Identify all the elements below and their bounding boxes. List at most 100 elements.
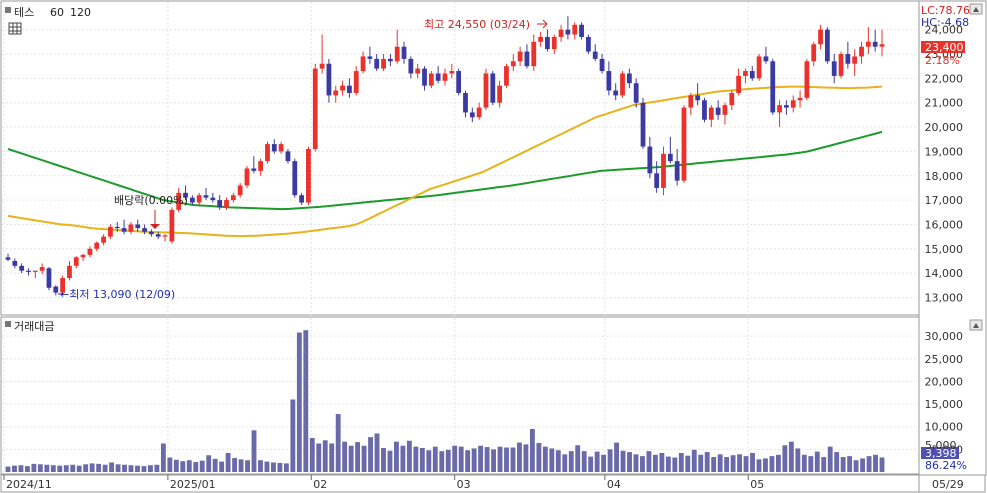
volume-bar [89,463,95,472]
volume-bar [478,445,484,472]
candle-body [415,68,421,74]
candle-body [586,36,591,52]
legend-item-ma120[interactable]: 120 [70,6,91,19]
annotation-low: ←최저 13,090 (12/09) [60,288,175,301]
candle-body [592,51,598,59]
volume-bar [523,444,529,472]
candle-body [149,231,154,235]
menu-icon[interactable] [5,7,11,13]
volume-bar [141,466,147,472]
volume-bar [652,454,658,472]
volume-bar [659,452,665,472]
candle-body [230,195,236,201]
volume-bar [387,450,393,472]
volume-bar [57,465,63,472]
volume-bar [290,399,296,472]
candle-body [838,54,844,76]
volume-bar [135,465,140,472]
candle-body [640,102,646,147]
volume-bar [769,456,775,472]
volume-bar [277,462,283,472]
volume-tick-label: 30,000 [925,330,964,343]
candle-body [367,56,373,59]
volume-bar [264,461,270,472]
candle-body [135,224,141,229]
candle-body [381,58,386,69]
volume-tick-label: 20,000 [925,375,964,388]
candle-body [879,44,885,47]
candle-body [155,234,161,237]
volume-bar [400,445,406,472]
volume-bar [348,445,354,472]
candle-body [613,90,619,96]
candle-body [203,195,209,198]
volume-bar [763,458,768,472]
candle-body [285,151,291,162]
candle-body [736,75,741,93]
candle-body [408,58,414,74]
legend-item-ma60[interactable]: 60 [50,6,64,19]
menu-icon-volume[interactable] [5,321,11,327]
candle-body [169,209,175,242]
candle-body [196,195,202,203]
volume-bar [562,454,568,472]
candle-body [87,248,93,255]
volume-bar [37,464,43,472]
volume-bar [685,455,691,472]
candle-body [347,85,352,93]
candle-body [654,173,660,188]
volume-bar [788,441,794,472]
candle-body [743,71,748,76]
volume-bar [160,443,166,472]
candle-body [633,83,639,103]
candle-body [517,51,523,62]
volume-bar [536,443,542,472]
volume-bar [186,460,192,472]
price-panel-frame [0,0,920,316]
candle-body [101,236,106,243]
volume-bar [452,445,458,472]
candle-body [46,268,52,288]
candle-body [729,92,735,106]
volume-bar [335,414,341,472]
volume-bar [50,465,56,472]
candle-body [852,56,858,64]
candle-body [312,68,318,149]
volume-bar [225,452,231,472]
volume-bar [115,464,121,472]
volume-bar [316,443,322,472]
volume-bar [303,330,309,472]
volume-bar [614,442,619,472]
candle-body [258,161,264,171]
candle-body [442,73,448,81]
price-tick-label: 16,000 [925,218,964,231]
grid-icon[interactable] [8,22,22,35]
candle-body [306,148,311,203]
volume-bar [840,457,846,472]
candle-body [510,61,516,67]
volume-bar [504,447,509,472]
volume-bar [529,428,535,472]
stock-chart: 13,000 14,000 15,000 16,000 17,000 18,000 19,0… [0,0,987,493]
candle-body [422,68,427,86]
volume-bar [296,332,302,472]
candle-body [483,73,489,108]
volume-bar [167,457,173,472]
volume-bar [484,447,490,472]
candle-body [756,56,762,79]
volume-bar [426,450,432,472]
candle-body [265,144,270,162]
candle-body [763,56,769,62]
candle-body [797,97,803,101]
candle-body [661,153,666,188]
volume-bar [413,446,419,472]
candle-body [299,195,304,203]
volume-bar [70,464,76,472]
candle-body [128,224,134,232]
volume-bar [63,465,69,472]
legend-item-stock[interactable]: 테스 [14,6,34,19]
volume-bar [607,449,613,472]
volume-tick-label: 25,000 [925,353,964,366]
volume-panel-title: 거래대금 [14,320,54,333]
time-tick-label: 2025/01 [170,478,216,491]
